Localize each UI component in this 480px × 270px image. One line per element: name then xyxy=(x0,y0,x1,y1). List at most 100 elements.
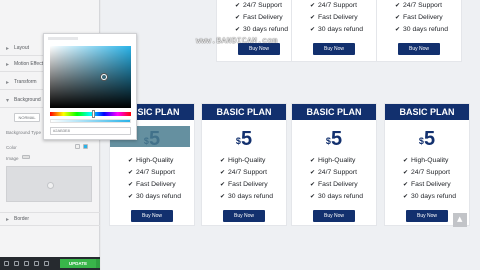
check-icon: ✔ xyxy=(403,169,409,176)
currency-symbol: $ xyxy=(235,136,241,146)
feature-item: ✔ High-Quality xyxy=(310,157,356,164)
feature-item: ✔ 30 days refund xyxy=(235,26,288,33)
check-icon: ✔ xyxy=(395,14,401,21)
settings-icon[interactable] xyxy=(4,261,9,266)
plan-title: BASIC PLAN xyxy=(202,104,286,120)
check-icon: ✔ xyxy=(235,2,241,9)
pricing-card-top: ✔ 24/7 Support ✔ Fast Delivery ✔ 30 days re… xyxy=(216,0,302,62)
check-icon: ✔ xyxy=(310,14,316,21)
responsive-mode-icon[interactable] xyxy=(34,261,39,266)
check-icon: ✔ xyxy=(128,157,134,164)
check-icon: ✔ xyxy=(220,193,226,200)
section-border[interactable]: ▸ Border xyxy=(0,212,100,226)
color-swatch[interactable] xyxy=(83,144,88,149)
feature-item: ✔ 24/7 Support xyxy=(220,169,267,176)
pricing-card: BASIC PLAN $5 ✔High-Quality ✔24/7 Suppor… xyxy=(201,103,287,226)
check-icon: ✔ xyxy=(310,157,316,164)
feature-item: ✔ 30 days refund xyxy=(310,193,363,200)
currency-symbol: $ xyxy=(418,136,424,146)
picker-header xyxy=(48,37,78,40)
update-button[interactable]: UPDATE xyxy=(60,259,96,268)
buy-now-button[interactable]: Buy Now xyxy=(313,210,355,222)
check-icon: ✔ xyxy=(310,169,316,176)
pricing-card: BASIC PLAN $5 ✔High-Quality ✔24/7 Suppor… xyxy=(291,103,377,226)
check-icon: ✔ xyxy=(395,26,401,33)
preview-icon[interactable] xyxy=(44,261,49,266)
hue-slider[interactable] xyxy=(50,112,131,116)
hex-input[interactable]: #2AB3E8 xyxy=(50,127,131,135)
feature-item: ✔ Fast Delivery xyxy=(310,181,358,188)
color-picker-popup: #2AB3E8 xyxy=(43,33,137,140)
buy-now-button[interactable]: Buy Now xyxy=(313,43,355,55)
buy-now-button[interactable]: Buy Now xyxy=(398,43,440,55)
check-icon: ✔ xyxy=(235,14,241,21)
add-image-icon xyxy=(47,182,54,189)
check-icon: ✔ xyxy=(310,193,316,200)
check-icon: ✔ xyxy=(310,26,316,33)
section-label: Motion Effects xyxy=(14,61,46,67)
feature-item: ✔ High-Quality xyxy=(220,157,266,164)
picker-handle[interactable] xyxy=(101,74,107,80)
update-options-button[interactable] xyxy=(96,259,100,268)
feature-item: ✔ 24/7 Support xyxy=(310,169,357,176)
feature-item: ✔ 24/7 Support xyxy=(395,2,442,9)
hue-slider-handle[interactable] xyxy=(92,110,95,118)
normal-tab-button[interactable]: NORMAL xyxy=(14,113,40,122)
feature-item: ✔ 24/7 Support xyxy=(310,2,357,9)
feature-item: ✔ Fast Delivery xyxy=(403,181,451,188)
plan-title: BASIC PLAN xyxy=(292,104,376,120)
chevron-up-icon: ▲ xyxy=(457,215,463,223)
color-label: Color xyxy=(6,145,17,150)
plan-title: BASIC PLAN xyxy=(385,104,469,120)
caret-right-icon: ▸ xyxy=(6,216,10,223)
background-type-label: Background Type xyxy=(6,130,41,135)
section-label: Transform xyxy=(14,79,37,85)
currency-symbol: $ xyxy=(325,136,331,146)
saturation-field[interactable] xyxy=(50,46,131,108)
color-clear-swatch[interactable] xyxy=(75,144,80,149)
buy-now-button[interactable]: Buy Now xyxy=(223,210,265,222)
check-icon: ✔ xyxy=(220,169,226,176)
navigator-icon[interactable] xyxy=(14,261,19,266)
check-icon: ✔ xyxy=(395,2,401,9)
feature-item: ✔ High-Quality xyxy=(403,157,449,164)
check-icon: ✔ xyxy=(403,181,409,188)
section-label: Background xyxy=(14,97,41,103)
feature-item: ✔ 24/7 Support xyxy=(128,169,175,176)
feature-item: ✔ Fast Delivery xyxy=(310,14,358,21)
editor-footer: UPDATE xyxy=(0,257,100,270)
buy-now-button[interactable]: Buy Now xyxy=(131,210,173,222)
caret-right-icon: ▸ xyxy=(6,45,10,52)
plan-price: $5 xyxy=(418,128,436,150)
feature-item: ✔ 24/7 Support xyxy=(235,2,282,9)
check-icon: ✔ xyxy=(403,193,409,200)
plan-price: $5 xyxy=(235,128,253,150)
caret-right-icon: ▸ xyxy=(6,61,10,68)
image-placeholder[interactable] xyxy=(6,166,92,202)
feature-item: ✔ Fast Delivery xyxy=(235,14,283,21)
check-icon: ✔ xyxy=(220,181,226,188)
buy-now-button[interactable]: Buy Now xyxy=(406,210,448,222)
feature-item: ✔ Fast Delivery xyxy=(220,181,268,188)
feature-item: ✔ High-Quality xyxy=(128,157,174,164)
check-icon: ✔ xyxy=(128,193,134,200)
pricing-card: BASIC PLAN $5 ✔High-Quality ✔24/7 Suppor… xyxy=(384,103,470,226)
check-icon: ✔ xyxy=(128,169,134,176)
pricing-card-top: ✔ 24/7 Support ✔ Fast Delivery ✔ 30 days re… xyxy=(376,0,462,62)
pricing-card-top: ✔ 24/7 Support ✔ Fast Delivery ✔ 30 days re… xyxy=(291,0,377,62)
check-icon: ✔ xyxy=(235,26,241,33)
responsive-icon[interactable] xyxy=(22,155,30,159)
scroll-top-button[interactable]: ▲ xyxy=(453,213,467,227)
feature-item: ✔ 24/7 Support xyxy=(403,169,450,176)
opacity-slider[interactable] xyxy=(50,119,131,123)
feature-item: ✔ Fast Delivery xyxy=(395,14,443,21)
check-icon: ✔ xyxy=(220,157,226,164)
feature-item: ✔ Fast Delivery xyxy=(128,181,176,188)
check-icon: ✔ xyxy=(403,157,409,164)
section-label: Border xyxy=(14,216,30,222)
image-label: Image xyxy=(6,156,19,161)
feature-item: ✔ 30 days refund xyxy=(128,193,181,200)
check-icon: ✔ xyxy=(128,181,134,188)
section-label: Layout xyxy=(14,45,30,51)
history-icon[interactable] xyxy=(24,261,29,266)
